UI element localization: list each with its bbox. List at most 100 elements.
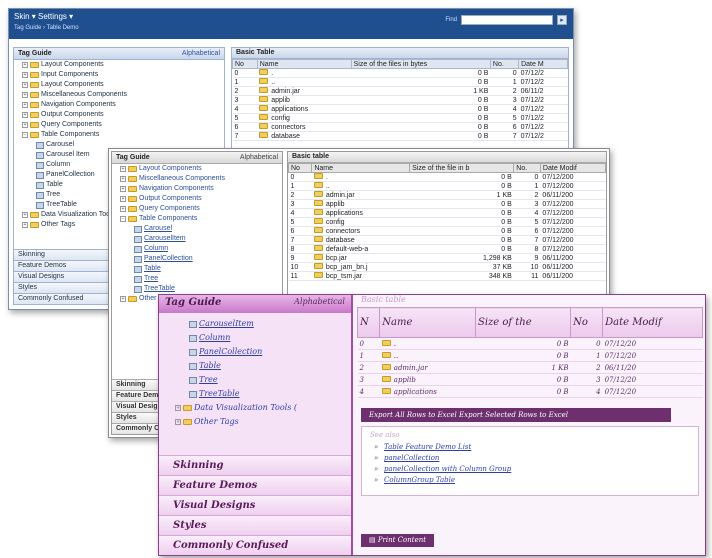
expand-icon[interactable]: − [22, 132, 28, 138]
export-to-excel-toolbar[interactable]: Export All Rows to Excel Export Selected… [361, 408, 671, 422]
column-header[interactable]: Name [379, 307, 476, 338]
tree-item[interactable]: PanelCollection [167, 345, 351, 359]
tree-item[interactable]: + Layout Components [14, 60, 224, 70]
tree-item[interactable]: Column [112, 244, 282, 254]
expand-icon[interactable]: + [22, 82, 28, 88]
expand-icon[interactable]: + [22, 102, 28, 108]
column-header[interactable]: Date Modif [539, 163, 607, 173]
column-header[interactable]: Date M [518, 59, 568, 69]
tree-item[interactable]: Tree [167, 373, 351, 387]
search-go-button[interactable]: ▸ [557, 15, 567, 25]
column-header[interactable]: No. [489, 59, 520, 69]
tree-item[interactable]: + Query Components [112, 204, 282, 214]
tree-item[interactable]: + Query Components [14, 120, 224, 130]
table-row[interactable]: 2 admin.jar 1 KB 2 06/11/2 [232, 86, 568, 96]
table-row[interactable]: 6 connectors 0 B 6 07/12/2 [232, 122, 568, 132]
alphabetical-link[interactable]: Alphabetical [182, 50, 220, 57]
column-header[interactable]: Date Modif [602, 307, 703, 338]
expand-icon[interactable]: + [120, 296, 126, 302]
tree-item[interactable]: PanelCollection [112, 254, 282, 264]
tree-item[interactable]: + Output Components [14, 110, 224, 120]
table-row[interactable]: 9 bcp.jar 1,298 KB 9 06/11/200 [288, 253, 606, 263]
tree-item[interactable]: + Miscellaneous Components [14, 90, 224, 100]
column-header[interactable]: Size of the [474, 307, 572, 338]
accordion-item-commonly-confused[interactable]: Commonly Confused [159, 535, 351, 555]
tree-item[interactable]: + Navigation Components [112, 184, 282, 194]
table-row[interactable]: 0.0 B 0 07/12/200 [288, 172, 606, 182]
table-row[interactable]: 7 database 0 B 7 07/12/200 [288, 235, 606, 245]
print-content-button[interactable]: ▤ Print Content [361, 534, 435, 547]
expand-icon[interactable]: + [120, 186, 126, 192]
tree-item[interactable]: Carousel [112, 224, 282, 234]
expand-icon[interactable]: + [120, 166, 126, 172]
tree-item[interactable]: Tree [112, 274, 282, 284]
tree-item[interactable]: + Input Components [14, 70, 224, 80]
accordion-item-skinning[interactable]: Skinning [159, 455, 351, 475]
table-row[interactable]: 6 connectors 0 B 6 07/12/200 [288, 226, 606, 236]
table-row[interactable]: 7 database 0 B 7 07/12/2 [232, 131, 568, 141]
table-row[interactable]: 11 bcp_tsm.jar 348 KB 11 06/11/200 [288, 271, 606, 281]
tree-item[interactable]: CarouselItem [167, 317, 351, 331]
related-link[interactable]: panelCollection [370, 453, 690, 464]
table-row[interactable]: 3 applib 0 B 3 07/12/200 [288, 199, 606, 209]
column-header[interactable]: Name [256, 59, 352, 69]
expand-icon[interactable]: + [22, 72, 28, 78]
expand-icon[interactable]: − [120, 216, 126, 222]
related-link[interactable]: Table Feature Demo List [370, 442, 690, 453]
breadcrumb[interactable]: Tag Guide › Table Demo [14, 25, 568, 31]
table-row[interactable]: 5 config 0 B 5 07/12/200 [288, 217, 606, 227]
tree-item[interactable]: + Other Tags [167, 415, 351, 429]
expand-icon[interactable]: + [22, 62, 28, 68]
expand-icon[interactable]: + [22, 112, 28, 118]
column-header[interactable]: Size of the file in b [409, 163, 515, 173]
table-row[interactable]: 4 applications 0 B 4 07/12/2 [232, 104, 568, 114]
column-header[interactable]: No [287, 163, 313, 173]
tree-item[interactable]: TreeTable [112, 284, 282, 294]
table-row[interactable]: 2 admin.jar 1 KB 2 06/11/200 [288, 190, 606, 200]
tree-item[interactable]: + Output Components [112, 194, 282, 204]
search-input[interactable] [461, 15, 553, 25]
tree-item[interactable]: CarouselItem [112, 234, 282, 244]
table-row[interactable]: 8 default-web-a 0 B 8 07/12/200 [288, 244, 606, 254]
column-header[interactable]: No [570, 307, 604, 338]
tree-item[interactable]: − Table Components [112, 214, 282, 224]
tree-item[interactable]: + Layout Components [14, 80, 224, 90]
tree-item[interactable]: TreeTable [167, 387, 351, 401]
table-row[interactable]: 1.. 0 B 1 07/12/200 [288, 181, 606, 191]
table-row[interactable]: 0.0 B 0 07/12/20 [357, 337, 703, 350]
table-row[interactable]: 2 admin.jar 1 KB 2 06/11/20 [357, 361, 703, 374]
accordion-item-styles[interactable]: Styles [159, 515, 351, 535]
table-row[interactable]: 3 applib 0 B 3 07/12/2 [232, 95, 568, 105]
tree-item[interactable]: Table [112, 264, 282, 274]
expand-icon[interactable]: + [22, 122, 28, 128]
table-row[interactable]: 10 bcp_jam_bn.j 37 KB 10 06/11/200 [288, 262, 606, 272]
expand-icon[interactable]: + [22, 212, 28, 218]
column-header[interactable]: N [356, 307, 381, 338]
tree-item[interactable]: Table [167, 359, 351, 373]
tree-item[interactable]: + Data Visualization Tools ( [167, 401, 351, 415]
column-header[interactable]: No [232, 59, 258, 69]
alphabetical-link[interactable]: Alphabetical [240, 154, 278, 161]
table-row[interactable]: 3 applib 0 B 3 07/12/20 [357, 373, 703, 386]
column-header[interactable]: Name [311, 163, 411, 173]
column-header[interactable]: No. [513, 163, 541, 173]
expand-icon[interactable]: + [120, 206, 126, 212]
accordion-item-visual-designs[interactable]: Visual Designs [159, 495, 351, 515]
tree-item[interactable]: + Layout Components [112, 164, 282, 174]
tree-item[interactable]: − Table Components [14, 130, 224, 140]
table-row[interactable]: 5 config 0 B 5 07/12/2 [232, 113, 568, 123]
table-row[interactable]: 0.0 B 0 07/12/2 [232, 68, 568, 78]
column-header[interactable]: Size of the files in bytes [350, 59, 491, 69]
alphabetical-link[interactable]: Alphabetical [294, 297, 345, 311]
table-row[interactable]: 4 applications 0 B 4 07/12/20 [357, 385, 703, 398]
expand-icon[interactable]: + [22, 222, 28, 228]
table-row[interactable]: 1.. 0 B 1 07/12/2 [232, 77, 568, 87]
expand-icon[interactable]: + [22, 92, 28, 98]
expand-icon[interactable]: + [120, 176, 126, 182]
related-link[interactable]: panelCollection with Column Group [370, 464, 690, 475]
table-row[interactable]: 1.. 0 B 1 07/12/20 [357, 349, 703, 362]
expand-icon[interactable]: + [175, 405, 181, 411]
expand-icon[interactable]: + [175, 419, 181, 425]
expand-icon[interactable]: + [120, 196, 126, 202]
tree-item[interactable]: Column [167, 331, 351, 345]
